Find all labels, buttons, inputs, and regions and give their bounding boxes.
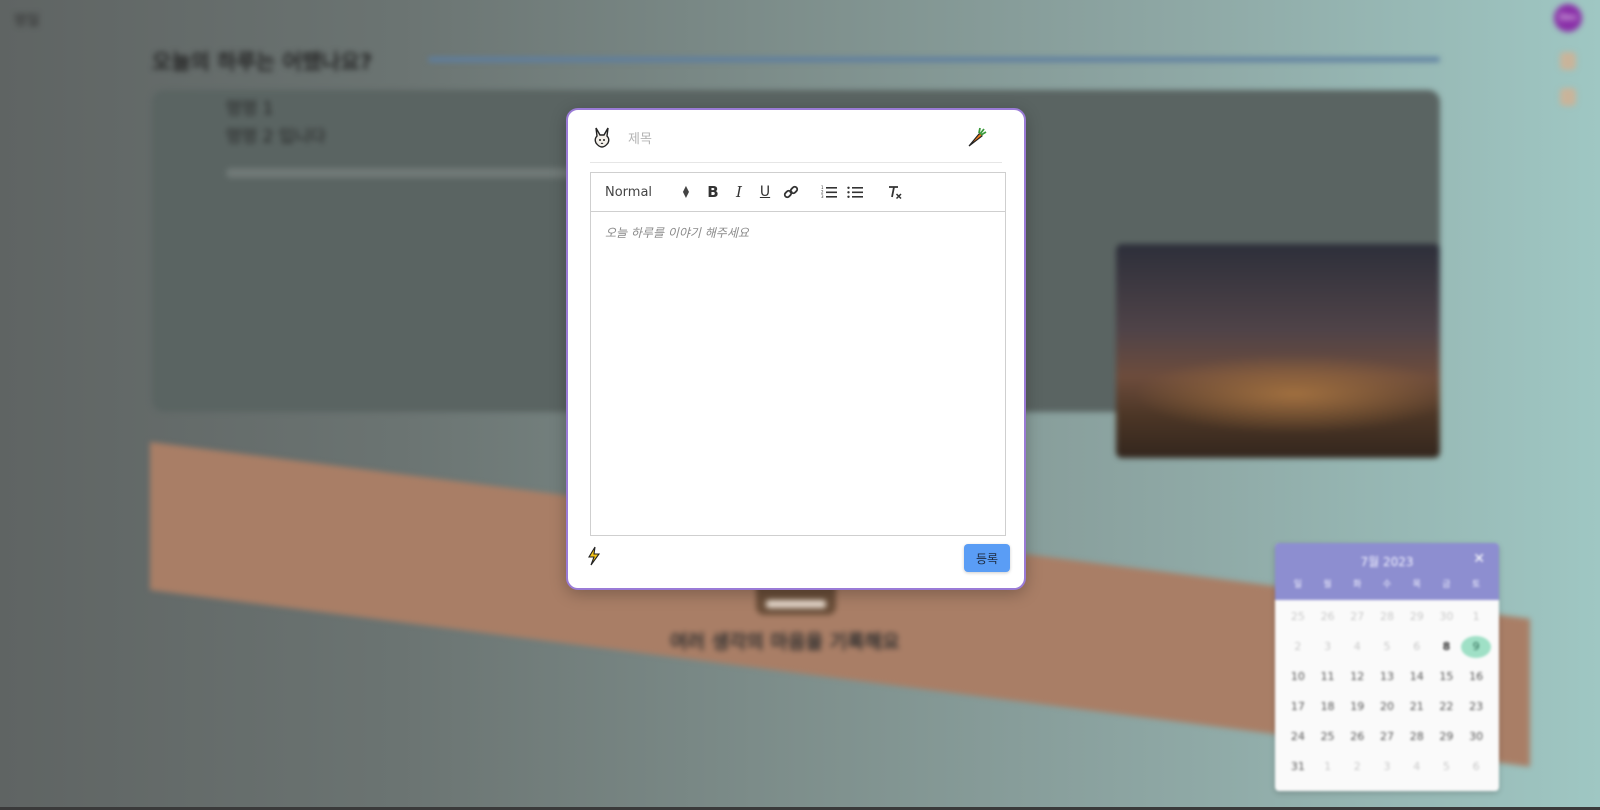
calendar-day[interactable]: 29 bbox=[1402, 606, 1432, 628]
bullet-list-icon bbox=[847, 186, 863, 198]
title-divider bbox=[428, 57, 1440, 62]
ordered-list-button[interactable]: 1 2 3 bbox=[819, 182, 839, 202]
calendar-day[interactable]: 5 bbox=[1372, 636, 1402, 658]
bold-icon: B bbox=[707, 183, 719, 201]
calendar-weekday: 화 bbox=[1353, 580, 1362, 590]
calendar-day[interactable]: 22 bbox=[1432, 696, 1462, 718]
calendar-day[interactable]: 12 bbox=[1342, 666, 1372, 688]
calendar-weekday: 토 bbox=[1471, 580, 1481, 590]
title-row bbox=[590, 120, 1002, 163]
app-logo[interactable]: 멍일 bbox=[14, 10, 40, 30]
calendar-day[interactable]: 2 bbox=[1342, 756, 1372, 778]
submit-button[interactable]: 등록 bbox=[964, 544, 1010, 572]
calendar-weekday: 목 bbox=[1412, 580, 1421, 590]
person-icon[interactable] bbox=[1560, 88, 1576, 106]
page-title: 오늘의 하루는 어땠나요? bbox=[152, 50, 373, 74]
calendar-day[interactable]: 19 bbox=[1342, 696, 1372, 718]
pencil-icon[interactable] bbox=[1560, 52, 1576, 70]
calendar-day[interactable]: 6 bbox=[1402, 636, 1432, 658]
rabbit-icon bbox=[594, 127, 610, 148]
link-icon bbox=[783, 185, 799, 199]
editor-content[interactable]: 오늘 하루를 이야기 해주세요 bbox=[591, 212, 1005, 535]
select-arrows-icon: ▲ ▼ bbox=[682, 184, 689, 199]
mailbox-slot bbox=[766, 600, 826, 608]
calendar-day[interactable]: 6 bbox=[1461, 756, 1491, 778]
calendar-day[interactable]: 30 bbox=[1432, 606, 1462, 628]
link-button[interactable] bbox=[781, 182, 801, 202]
calendar-grid: 25 26 27 28 29 30 1 2 3 4 5 6 8 9 10 11 12 13 14 15 16 17 18 19… bbox=[1275, 600, 1499, 778]
editor-toolbar: Normal ▲ ▼ B I U 1 2 3 bbox=[591, 173, 1005, 212]
bold-button[interactable]: B bbox=[703, 182, 723, 202]
calendar-day[interactable]: 13 bbox=[1372, 666, 1402, 688]
calendar-weekday: 일 bbox=[1293, 580, 1302, 590]
calendar-day[interactable]: 10 bbox=[1283, 666, 1313, 688]
calendar-day[interactable]: 23 bbox=[1461, 696, 1491, 718]
calendar-day[interactable]: 17 bbox=[1283, 696, 1313, 718]
carrot-icon[interactable] bbox=[966, 126, 988, 148]
bullet-list-button[interactable] bbox=[845, 182, 865, 202]
underline-icon: U bbox=[759, 184, 771, 200]
calendar-day[interactable]: 27 bbox=[1372, 726, 1402, 748]
title-input[interactable] bbox=[626, 126, 960, 152]
calendar-day[interactable]: 20 bbox=[1372, 696, 1402, 718]
calendar-day[interactable]: 4 bbox=[1402, 756, 1432, 778]
diary-card-line-2: 멍멍 2 입니다 bbox=[226, 127, 326, 147]
calendar-day[interactable]: 28 bbox=[1402, 726, 1432, 748]
avatar[interactable]: Dev bbox=[1554, 4, 1582, 32]
calendar-day[interactable]: 25 bbox=[1313, 726, 1343, 748]
calendar-weekday: 월 bbox=[1323, 580, 1332, 590]
calendar-day[interactable]: 3 bbox=[1372, 756, 1402, 778]
calendar-day[interactable]: 25 bbox=[1283, 606, 1313, 628]
calendar-day[interactable]: 31 bbox=[1283, 756, 1313, 778]
calendar-month: 7월 2023 bbox=[1360, 555, 1414, 569]
calendar-day[interactable]: 8 bbox=[1432, 636, 1462, 658]
calendar-header: 7월 2023 ✕ 일 월 화 수 목 금 토 bbox=[1275, 543, 1499, 600]
calendar-day[interactable]: 5 bbox=[1432, 756, 1462, 778]
format-select-value: Normal bbox=[605, 184, 653, 200]
format-select[interactable]: Normal ▲ ▼ bbox=[605, 182, 689, 202]
calendar-day[interactable]: 18 bbox=[1313, 696, 1343, 718]
lightning-icon[interactable] bbox=[586, 546, 602, 566]
calendar-day[interactable]: 21 bbox=[1402, 696, 1432, 718]
calendar-day[interactable]: 4 bbox=[1342, 636, 1372, 658]
italic-icon: I bbox=[736, 183, 742, 201]
calendar-widget: 7월 2023 ✕ 일월화수목금토 25 26 27 28 29 30 1 2 3 4 5 6 8 9 10… bbox=[1275, 543, 1499, 791]
clear-format-icon bbox=[889, 186, 902, 200]
calendar-day[interactable]: 15 bbox=[1432, 666, 1462, 688]
calendar-day[interactable]: 26 bbox=[1313, 606, 1343, 628]
ordered-list-icon: 1 2 3 bbox=[821, 185, 837, 199]
diary-card-line-1: 멍멍 1 bbox=[226, 99, 274, 119]
calendar-day[interactable]: 11 bbox=[1313, 666, 1343, 688]
diary-card-text bbox=[226, 168, 596, 178]
calendar-day[interactable]: 29 bbox=[1432, 726, 1462, 748]
calendar-day[interactable]: 28 bbox=[1372, 606, 1402, 628]
calendar-day[interactable]: 14 bbox=[1402, 666, 1432, 688]
calendar-weekdays: 일월화수목금토 bbox=[1283, 577, 1491, 590]
calendar-close-icon[interactable]: ✕ bbox=[1473, 551, 1485, 567]
calendar-weekday: 금 bbox=[1442, 580, 1451, 590]
calendar-day[interactable]: 16 bbox=[1461, 666, 1491, 688]
clear-format-button[interactable] bbox=[885, 182, 905, 202]
calendar-day[interactable]: 26 bbox=[1342, 726, 1372, 748]
calendar-day[interactable]: 1 bbox=[1461, 606, 1491, 628]
calendar-day[interactable]: 1 bbox=[1313, 756, 1343, 778]
calendar-day[interactable]: 3 bbox=[1313, 636, 1343, 658]
calendar-weekday: 수 bbox=[1382, 580, 1392, 590]
bottom-caption: 여러 생각의 마음을 기록해요 bbox=[670, 631, 900, 653]
write-diary-modal: Normal ▲▼ B I U 1 bbox=[566, 108, 1026, 590]
rich-text-editor: Normal ▲ ▼ B I U 1 2 3 오늘 하루를 이야기 해주세요 bbox=[590, 172, 1006, 536]
calendar-day[interactable]: 27 bbox=[1342, 606, 1372, 628]
calendar-day-selected[interactable]: 9 bbox=[1461, 636, 1491, 658]
italic-button[interactable]: I bbox=[729, 182, 749, 202]
calendar-day[interactable]: 2 bbox=[1283, 636, 1313, 658]
calendar-day[interactable]: 30 bbox=[1461, 726, 1491, 748]
underline-button[interactable]: U bbox=[755, 182, 775, 202]
desert-photo bbox=[1116, 244, 1440, 458]
calendar-day[interactable]: 24 bbox=[1283, 726, 1313, 748]
svg-text:3: 3 bbox=[821, 194, 824, 199]
